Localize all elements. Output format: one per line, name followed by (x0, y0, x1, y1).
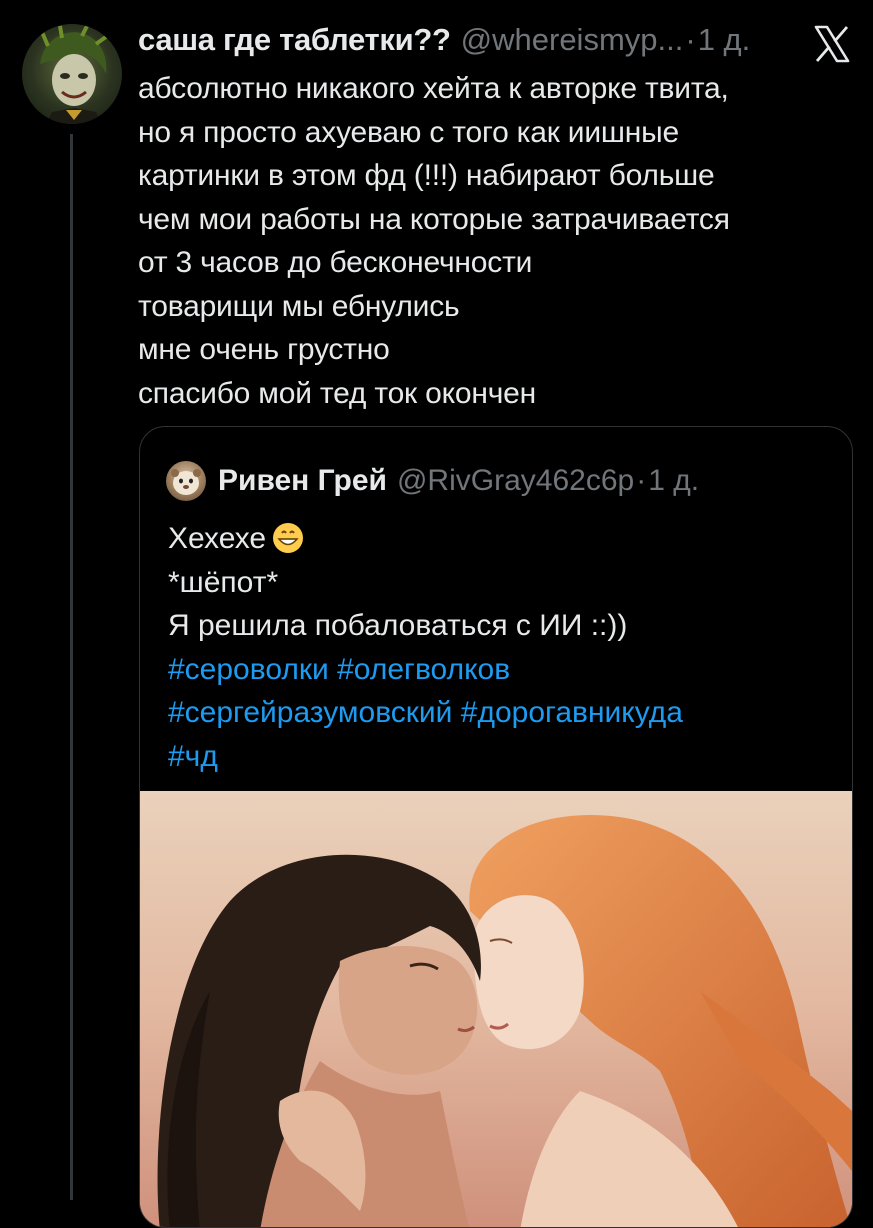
tweet-text-line: абсолютно никакого хейта к авторке твита… (138, 72, 729, 105)
thread-line (70, 134, 73, 1200)
hashtag-link[interactable]: #сергейразумовский (168, 696, 452, 729)
hashtag-link[interactable]: #чд (168, 740, 218, 773)
author-avatar[interactable] (22, 24, 122, 124)
tweet-text-line: чем мои работы на которые затрачивается (138, 202, 730, 236)
quoted-media-image[interactable] (140, 791, 852, 1227)
author-handle[interactable]: @whereismyp... (461, 22, 684, 58)
hashtag-link[interactable]: #сероволки (168, 653, 329, 686)
hashtag-link[interactable]: #дорогавникуда (461, 696, 683, 729)
hashtag-line: #сероволки #олегволков (168, 648, 838, 692)
quoted-tweet-header: Ривен Грей @RivGray462c6p · 1 д. (166, 461, 699, 501)
hashtag-line: #чд (168, 735, 838, 779)
tweet-text-line: мне очень грустно (138, 333, 390, 366)
tweet-text-line: спасибо мой тед ток окончен (138, 376, 536, 410)
tweet-timestamp[interactable]: 1 д. (698, 22, 751, 58)
tweet-header: саша где таблетки?? @whereismyp... · 1 д… (138, 22, 750, 62)
x-logo-icon (812, 24, 852, 64)
quoted-author-avatar[interactable] (166, 461, 206, 501)
quoted-text: Хехехе (168, 522, 267, 555)
tweet-text-line: товарищи мы ебнулись (138, 289, 460, 323)
quoted-timestamp[interactable]: 1 д. (648, 464, 699, 498)
tweet[interactable]: саша где таблетки?? @whereismyp... · 1 д… (0, 0, 873, 1228)
quoted-text-line: Хехехе (168, 517, 838, 561)
grinning-face-emoji-icon (272, 522, 304, 554)
author-display-name[interactable]: саша где таблетки?? (138, 22, 451, 58)
quoted-text-line: *шёпот* (168, 565, 279, 599)
hashtag-line: #сергейразумовский #дорогавникуда (168, 691, 838, 735)
tweet-text-line: но я просто ахуеваю с того как иишные (138, 115, 680, 149)
quoted-tweet[interactable]: Ривен Грей @RivGray462c6p · 1 д. Хехехе … (139, 426, 853, 1228)
quoted-text-line: Я решила побаловаться с ИИ ::)) (168, 609, 628, 642)
tweet-text-line: от 3 часов до бесконечности (138, 246, 533, 279)
tweet-text-line: картинки в этом фд (!!!) набирают больше (138, 159, 715, 192)
hashtag-link[interactable]: #олегволков (337, 653, 510, 686)
meta-separator: · (685, 22, 696, 57)
quoted-author-handle[interactable]: @RivGray462c6p (397, 464, 634, 498)
meta-separator: · (636, 464, 647, 497)
quoted-author-display-name[interactable]: Ривен Грей (218, 464, 387, 498)
quoted-tweet-body: Хехехе *шёпот* Я решила побаловаться с И… (168, 517, 838, 778)
tweet-body: абсолютно никакого хейта к авторке твита… (138, 67, 858, 415)
